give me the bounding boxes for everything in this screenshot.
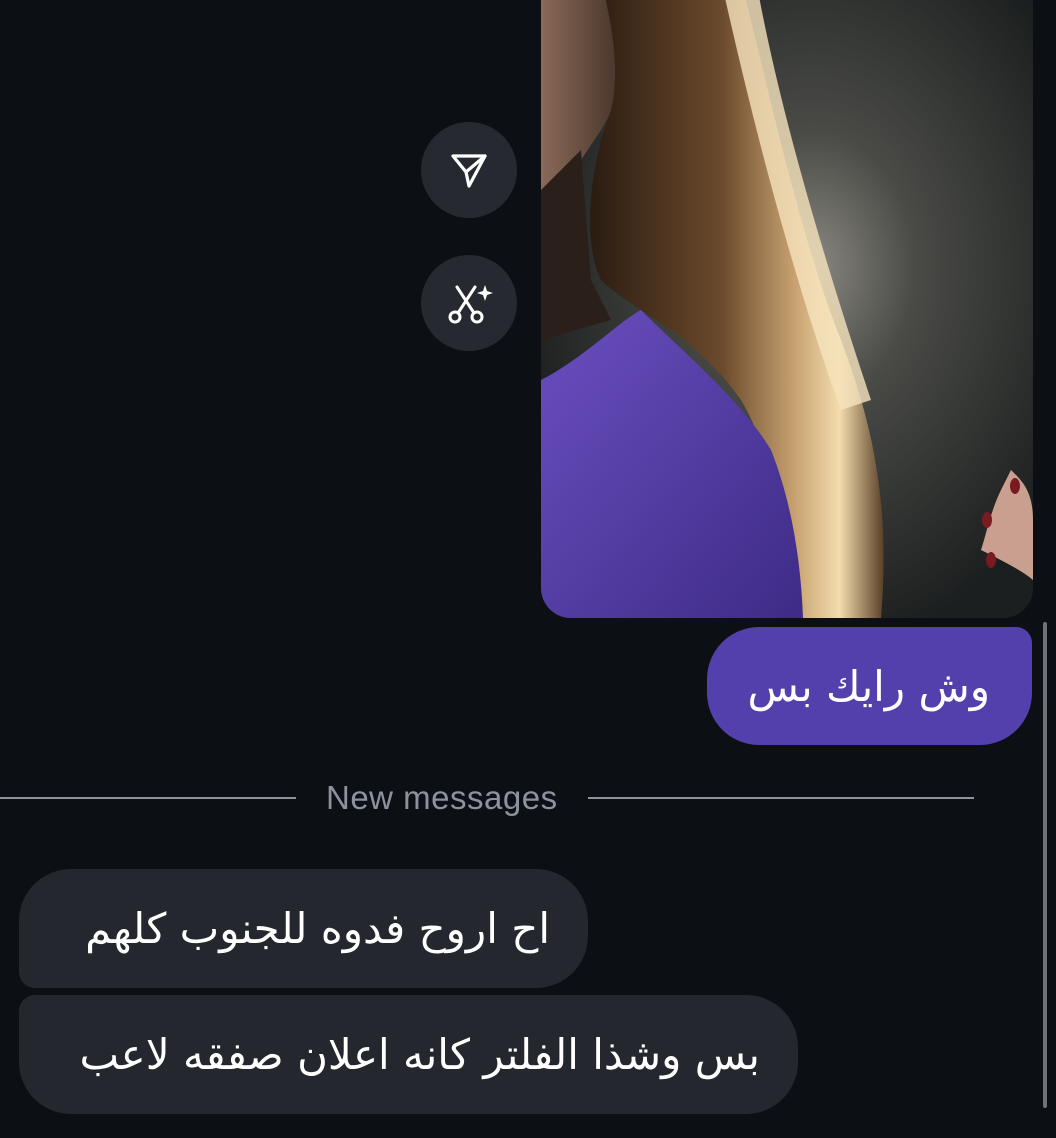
divider-line xyxy=(587,797,974,799)
incoming-message[interactable]: بس وشذا الفلتر كانه اعلان صفقه لاعب xyxy=(19,995,798,1114)
new-messages-divider: New messages xyxy=(0,775,998,821)
scissors-sparkle-icon xyxy=(445,279,493,327)
message-text: بس وشذا الفلتر كانه اعلان صفقه لاعب xyxy=(79,1030,760,1079)
outgoing-message[interactable]: وش رايك بس xyxy=(707,627,1032,745)
message-text: وش رايك بس xyxy=(747,661,990,711)
share-button[interactable] xyxy=(421,122,517,218)
message-text: اح اروح فدوه للجنوب كلهم xyxy=(85,904,550,953)
divider-label: New messages xyxy=(326,779,558,816)
incoming-message[interactable]: اح اروح فدوه للجنوب كلهم xyxy=(19,869,588,988)
chat-screen: وش رايك بس New messages اح اروح فدوه للج… xyxy=(0,0,1056,1138)
send-triangle-icon xyxy=(449,150,489,190)
scrollbar[interactable] xyxy=(1043,622,1047,1108)
shared-photo[interactable] xyxy=(541,0,1033,618)
remix-button[interactable] xyxy=(421,255,517,351)
divider-line xyxy=(0,797,296,799)
